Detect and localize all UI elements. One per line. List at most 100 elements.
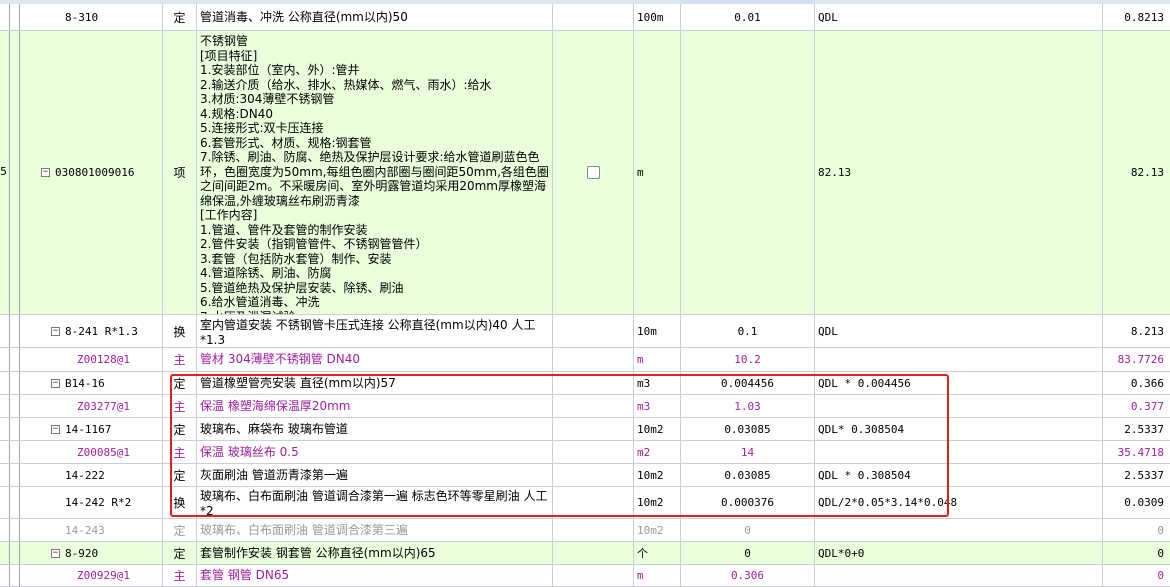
row-name[interactable]: 灰面刷油 管道沥青漆第一遍 bbox=[197, 464, 553, 486]
row-name[interactable]: 保温 玻璃丝布 0.5 bbox=[197, 441, 553, 463]
row-value: 0 bbox=[1157, 523, 1164, 537]
row-expression[interactable]: QDL/2*0.05*3.14*0.048 bbox=[815, 487, 1103, 518]
row-unit: 10m2 bbox=[634, 464, 681, 486]
table-row-deleted[interactable]: 14-243 定 玻璃布、白布面刷油 管道调合漆第三遍 10m2 0 0 bbox=[0, 519, 1170, 542]
row-unit: m bbox=[634, 31, 681, 314]
row-number: 5 bbox=[0, 165, 7, 178]
row-gutter bbox=[0, 565, 35, 586]
row-quantity[interactable]: 0.01 bbox=[681, 4, 815, 30]
row-code: Z00085@1 bbox=[35, 441, 163, 463]
row-name[interactable]: 玻璃布、白布面刷油 管道调合漆第一遍 标志色环等零星刷油 人工*2 bbox=[197, 487, 553, 518]
row-value: 0.0309 bbox=[1124, 496, 1164, 509]
row-name[interactable]: 保温 橡塑海绵保温厚20mm bbox=[197, 395, 553, 417]
row-gutter bbox=[0, 519, 35, 541]
row-expression[interactable]: QDL bbox=[815, 315, 1103, 347]
row-value: 8.213 bbox=[1130, 324, 1164, 338]
row-quantity[interactable]: 1.03 bbox=[681, 395, 815, 417]
row-expression[interactable]: 82.13 bbox=[815, 31, 1103, 314]
row-name[interactable]: 套管制作安装 钢套管 公称直径(mm以内)65 bbox=[197, 542, 553, 564]
row-expression[interactable]: QDL*0+0 bbox=[815, 542, 1103, 564]
table-row-material[interactable]: Z00929@1 主 套管 钢管 DN65 m 0.306 0 bbox=[0, 565, 1170, 587]
row-quantity[interactable]: 0 bbox=[681, 519, 815, 541]
row-expression[interactable] bbox=[815, 565, 1103, 586]
row-code-cell: − 030801009016 bbox=[35, 31, 163, 314]
row-name[interactable]: 玻璃布、白布面刷油 管道调合漆第三遍 bbox=[197, 519, 553, 541]
row-gutter bbox=[0, 372, 35, 394]
row-code: 14-242 R*2 bbox=[35, 487, 163, 518]
table-row[interactable]: − 14-1167 定 玻璃布、麻袋布 玻璃布管道 10m2 0.03085 Q… bbox=[0, 418, 1170, 441]
table-row[interactable]: 14-222 定 灰面刷油 管道沥青漆第一遍 10m2 0.03085 QDL … bbox=[0, 464, 1170, 487]
row-expression[interactable] bbox=[815, 519, 1103, 541]
collapse-toggle-icon[interactable]: − bbox=[51, 378, 60, 388]
row-name[interactable]: 套管 钢管 DN65 bbox=[197, 565, 553, 586]
row-expression[interactable] bbox=[815, 395, 1103, 417]
row-value: 35.4718 bbox=[1117, 445, 1164, 459]
row-name[interactable]: 管材 304薄壁不锈钢管 DN40 bbox=[197, 348, 553, 371]
row-name[interactable]: 室内管道安装 不锈钢管卡压式连接 公称直径(mm以内)40 人工*1.3 bbox=[197, 315, 553, 347]
row-quantity[interactable]: 14 bbox=[681, 441, 815, 463]
table-row[interactable]: − 8-920 定 套管制作安装 钢套管 公称直径(mm以内)65 个 0 QD… bbox=[0, 542, 1170, 565]
quota-grid: 8-310 定 管道消毒、冲洗 公称直径(mm以内)50 100m 0.01 Q… bbox=[0, 0, 1170, 587]
row-unit: m2 bbox=[634, 441, 681, 463]
row-checkbox[interactable] bbox=[586, 166, 600, 179]
row-code: 14-243 bbox=[35, 519, 163, 541]
table-row[interactable]: 8-310 定 管道消毒、冲洗 公称直径(mm以内)50 100m 0.01 Q… bbox=[0, 4, 1170, 31]
row-expression[interactable]: QDL * 0.004456 bbox=[815, 372, 1103, 394]
row-unit: 100m bbox=[634, 4, 681, 30]
row-quantity[interactable]: 0.1 bbox=[681, 315, 815, 347]
collapse-toggle-icon[interactable]: − bbox=[51, 424, 60, 434]
row-checkbox-cell bbox=[553, 565, 634, 586]
row-code-cell: − 14-1167 bbox=[35, 418, 163, 440]
collapse-toggle-icon[interactable]: − bbox=[41, 168, 50, 177]
row-checkbox-cell bbox=[553, 464, 634, 486]
row-quantity[interactable]: 10.2 bbox=[681, 348, 815, 371]
row-checkbox-cell bbox=[553, 395, 634, 417]
row-checkbox-cell bbox=[553, 348, 634, 371]
row-category: 定 bbox=[163, 464, 197, 486]
table-row-material[interactable]: Z00085@1 主 保温 玻璃丝布 0.5 m2 14 35.4718 bbox=[0, 441, 1170, 464]
table-row-material[interactable]: Z03277@1 主 保温 橡塑海绵保温厚20mm m3 1.03 0.377 bbox=[0, 395, 1170, 418]
row-name[interactable]: 管道橡塑管壳安装 直径(mm以内)57 bbox=[197, 372, 553, 394]
row-category: 换 bbox=[163, 315, 197, 347]
collapse-toggle-icon[interactable]: − bbox=[51, 548, 60, 558]
row-gutter bbox=[0, 464, 35, 486]
row-expression[interactable]: QDL bbox=[815, 4, 1103, 30]
table-row-item[interactable]: 5 − 030801009016 项 不锈钢管 [项目特征] 1.安装部位（室内… bbox=[0, 31, 1170, 315]
row-expression[interactable]: QDL * 0.308504 bbox=[815, 464, 1103, 486]
row-quantity[interactable]: 0.03085 bbox=[681, 464, 815, 486]
table-row-material[interactable]: Z00128@1 主 管材 304薄壁不锈钢管 DN40 m 10.2 83.7… bbox=[0, 348, 1170, 372]
row-quantity[interactable]: 0 bbox=[681, 542, 815, 564]
row-quantity[interactable]: 0.004456 bbox=[681, 372, 815, 394]
row-unit: m3 bbox=[634, 372, 681, 394]
row-category: 项 bbox=[163, 31, 197, 314]
collapse-toggle-icon[interactable]: − bbox=[51, 326, 60, 336]
table-row[interactable]: − B14-16 定 管道橡塑管壳安装 直径(mm以内)57 m3 0.0044… bbox=[0, 372, 1170, 395]
row-code-cell: − 8-920 bbox=[35, 542, 163, 564]
row-gutter bbox=[0, 441, 35, 463]
row-name[interactable]: 玻璃布、麻袋布 玻璃布管道 bbox=[197, 418, 553, 440]
row-quantity[interactable]: 0.306 bbox=[681, 565, 815, 586]
row-value: 0 bbox=[1157, 569, 1164, 582]
row-checkbox-cell bbox=[553, 418, 634, 440]
row-gutter bbox=[0, 487, 35, 518]
row-category: 主 bbox=[163, 565, 197, 586]
row-checkbox-cell bbox=[553, 441, 634, 463]
table-row[interactable]: − 8-241 R*1.3 换 室内管道安装 不锈钢管卡压式连接 公称直径(mm… bbox=[0, 315, 1170, 348]
row-quantity[interactable]: 0.03085 bbox=[681, 418, 815, 440]
row-expression[interactable] bbox=[815, 441, 1103, 463]
row-category: 定 bbox=[163, 4, 197, 30]
row-quantity[interactable]: 0.000376 bbox=[681, 487, 815, 518]
row-value: 83.7726 bbox=[1117, 353, 1164, 366]
row-name[interactable]: 不锈钢管 [项目特征] 1.安装部位（室内、外）:管井 2.输送介质（给水、排水… bbox=[197, 31, 553, 314]
row-name[interactable]: 管道消毒、冲洗 公称直径(mm以内)50 bbox=[197, 4, 553, 30]
row-quantity[interactable] bbox=[681, 31, 815, 314]
row-expression[interactable] bbox=[815, 348, 1103, 371]
table-row[interactable]: 14-242 R*2 换 玻璃布、白布面刷油 管道调合漆第一遍 标志色环等零星刷… bbox=[0, 487, 1170, 519]
row-checkbox-cell bbox=[553, 519, 634, 541]
row-checkbox-cell bbox=[553, 372, 634, 394]
row-expression[interactable]: QDL* 0.308504 bbox=[815, 418, 1103, 440]
row-value: 0.377 bbox=[1130, 399, 1164, 413]
row-code: 8-241 R*1.3 bbox=[65, 324, 138, 338]
row-unit: 10m2 bbox=[634, 519, 681, 541]
row-code: Z00128@1 bbox=[35, 348, 163, 371]
